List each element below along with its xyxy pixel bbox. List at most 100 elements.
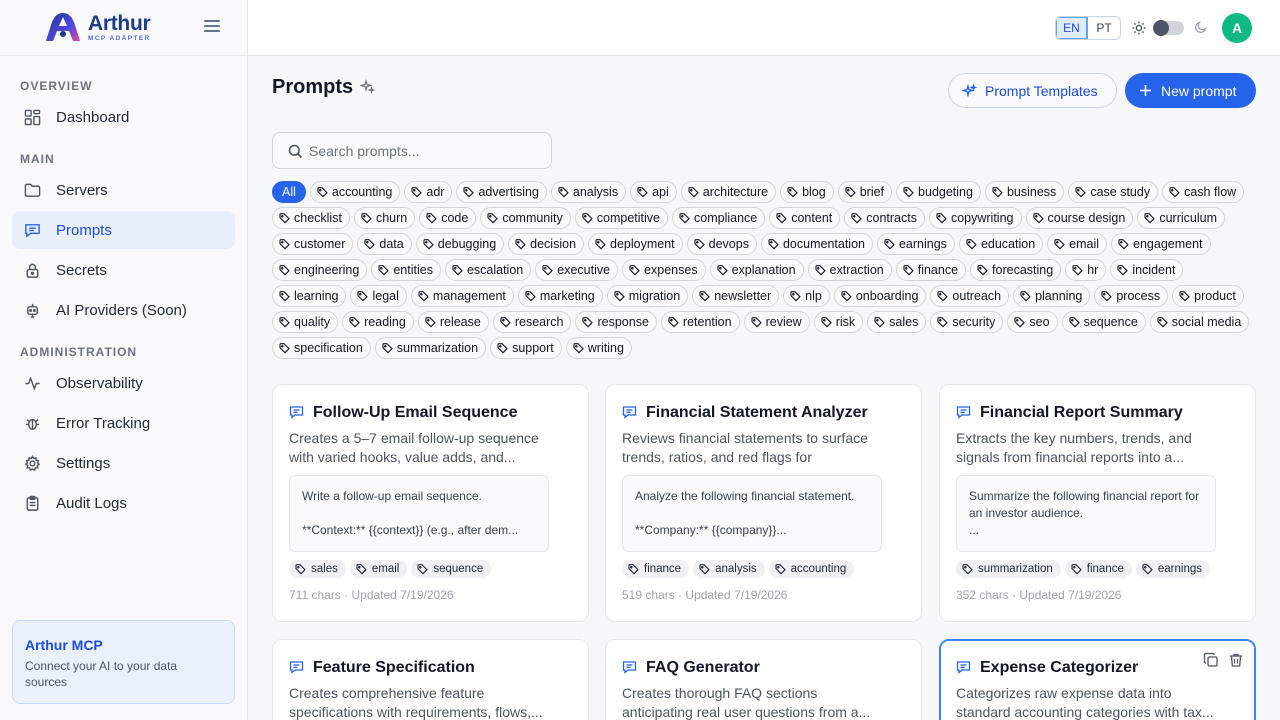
tag-filter-chip[interactable]: review [743,311,810,333]
tag-filter-chip[interactable]: api [630,181,677,203]
card-tag[interactable]: analysis [693,560,765,578]
tag-filter-chip[interactable]: incident [1110,259,1184,281]
tag-filter-chip[interactable]: retention [660,311,740,333]
tag-filter-chip[interactable]: entities [371,259,441,281]
tag-filter-chip[interactable]: risk [813,311,864,333]
sparkle-icon[interactable] [360,79,375,94]
tag-filter-chip[interactable]: course design [1025,207,1134,229]
tag-filter-chip[interactable]: executive [535,259,619,281]
sidebar-item-audit-logs[interactable]: Audit Logs [12,484,235,522]
tag-filter-chip[interactable]: security [930,311,1004,333]
tag-filter-chip[interactable]: response [575,311,657,333]
tag-filter-chip[interactable]: seo [1007,311,1058,333]
sidebar-item-error-tracking[interactable]: Error Tracking [12,404,235,442]
prompt-card-selected[interactable]: Expense Categorizer Categorizes raw expe… [939,639,1256,720]
tag-filter-chip[interactable]: planning [1013,285,1091,307]
tag-filter-chip[interactable]: advertising [456,181,547,203]
tag-filter-chip[interactable]: explanation [709,259,804,281]
tag-filter-chip[interactable]: writing [565,337,632,359]
tag-filter-chip[interactable]: social media [1149,311,1250,333]
tag-filter-chip[interactable]: expenses [622,259,706,281]
new-prompt-button[interactable]: New prompt [1125,73,1256,108]
tag-filter-chip[interactable]: curriculum [1137,207,1225,229]
card-tag[interactable]: summarization [956,560,1061,578]
lang-pt-button[interactable]: PT [1088,17,1120,39]
card-tag[interactable]: email [349,560,408,578]
tag-filter-chip[interactable]: analysis [550,181,627,203]
tag-filter-chip[interactable]: email [1047,233,1108,255]
tag-filter-chip[interactable]: forecasting [970,259,1062,281]
tag-filter-all[interactable]: All [272,181,306,203]
sidebar-item-ai-providers[interactable]: AI Providers (Soon) [12,291,235,329]
tag-filter-chip[interactable]: reading [342,311,414,333]
tag-filter-chip[interactable]: brief [837,181,893,203]
tag-filter-chip[interactable]: process [1094,285,1169,307]
avatar[interactable]: A [1222,13,1252,43]
tag-filter-chip[interactable]: summarization [374,337,487,359]
card-tag[interactable]: sequence [411,560,492,578]
tag-filter-chip[interactable]: compliance [672,207,766,229]
tag-filter-chip[interactable]: support [490,337,562,359]
tag-filter-chip[interactable]: onboarding [833,285,927,307]
tag-filter-chip[interactable]: content [769,207,841,229]
tag-filter-chip[interactable]: earnings [876,233,955,255]
card-tag[interactable]: sales [289,560,346,578]
search-input[interactable] [309,133,545,168]
prompt-card[interactable]: FAQ Generator Creates thorough FAQ secti… [605,639,922,720]
tag-filter-chip[interactable]: competitive [574,207,668,229]
tag-filter-chip[interactable]: checklist [272,207,350,229]
hamburger-menu-icon[interactable] [204,20,220,34]
tag-filter-chip[interactable]: budgeting [896,181,981,203]
tag-filter-chip[interactable]: newsletter [692,285,780,307]
prompt-card[interactable]: Feature Specification Creates comprehens… [272,639,589,720]
tag-filter-chip[interactable]: education [958,233,1044,255]
tag-filter-chip[interactable]: code [419,207,477,229]
prompt-card[interactable]: Financial Report Summary Extracts the ke… [939,384,1256,622]
prompt-templates-button[interactable]: Prompt Templates [948,73,1117,108]
tag-filter-chip[interactable]: case study [1068,181,1159,203]
tag-filter-chip[interactable]: migration [606,285,689,307]
card-tag[interactable]: finance [1064,560,1132,578]
tag-filter-chip[interactable]: blog [780,181,834,203]
tag-filter-chip[interactable]: deployment [588,233,683,255]
sidebar-item-servers[interactable]: Servers [12,171,235,209]
tag-filter-chip[interactable]: churn [353,207,416,229]
tag-filter-chip[interactable]: engineering [272,259,368,281]
tag-filter-chip[interactable]: cash flow [1162,181,1245,203]
tag-filter-chip[interactable]: legal [350,285,407,307]
tag-filter-chip[interactable]: hr [1065,259,1107,281]
tag-filter-chip[interactable]: sequence [1061,311,1146,333]
tag-filter-chip[interactable]: data [357,233,412,255]
tag-filter-chip[interactable]: debugging [415,233,505,255]
tag-filter-chip[interactable]: product [1172,285,1244,307]
tag-filter-chip[interactable]: extraction [807,259,892,281]
sidebar-item-prompts[interactable]: Prompts [12,211,235,249]
copy-icon[interactable] [1203,652,1219,668]
tag-filter-chip[interactable]: research [492,311,572,333]
card-tag[interactable]: earnings [1135,560,1210,578]
lang-en-button[interactable]: EN [1056,17,1088,39]
prompt-card[interactable]: Follow-Up Email Sequence Creates a 5–7 e… [272,384,589,622]
tag-filter-chip[interactable]: nlp [783,285,830,307]
prompt-card[interactable]: Financial Statement Analyzer Reviews fin… [605,384,922,622]
sidebar-item-secrets[interactable]: Secrets [12,251,235,289]
tag-filter-chip[interactable]: contracts [844,207,925,229]
tag-filter-chip[interactable]: community [480,207,571,229]
tag-filter-chip[interactable]: quality [272,311,339,333]
tag-filter-chip[interactable]: release [417,311,489,333]
tag-filter-chip[interactable]: finance [895,259,967,281]
card-tag[interactable]: finance [622,560,690,578]
sidebar-item-dashboard[interactable]: Dashboard [12,98,235,136]
tag-filter-chip[interactable]: customer [272,233,354,255]
sidebar-item-settings[interactable]: Settings [12,444,235,482]
theme-toggle[interactable] [1153,20,1184,36]
tag-filter-chip[interactable]: accounting [309,181,401,203]
tag-filter-chip[interactable]: business [984,181,1065,203]
tag-filter-chip[interactable]: marketing [517,285,603,307]
tag-filter-chip[interactable]: decision [508,233,585,255]
card-tag[interactable]: accounting [768,560,855,578]
trash-icon[interactable] [1228,652,1244,668]
tag-filter-chip[interactable]: escalation [444,259,532,281]
tag-filter-chip[interactable]: sales [867,311,927,333]
sidebar-item-observability[interactable]: Observability [12,364,235,402]
